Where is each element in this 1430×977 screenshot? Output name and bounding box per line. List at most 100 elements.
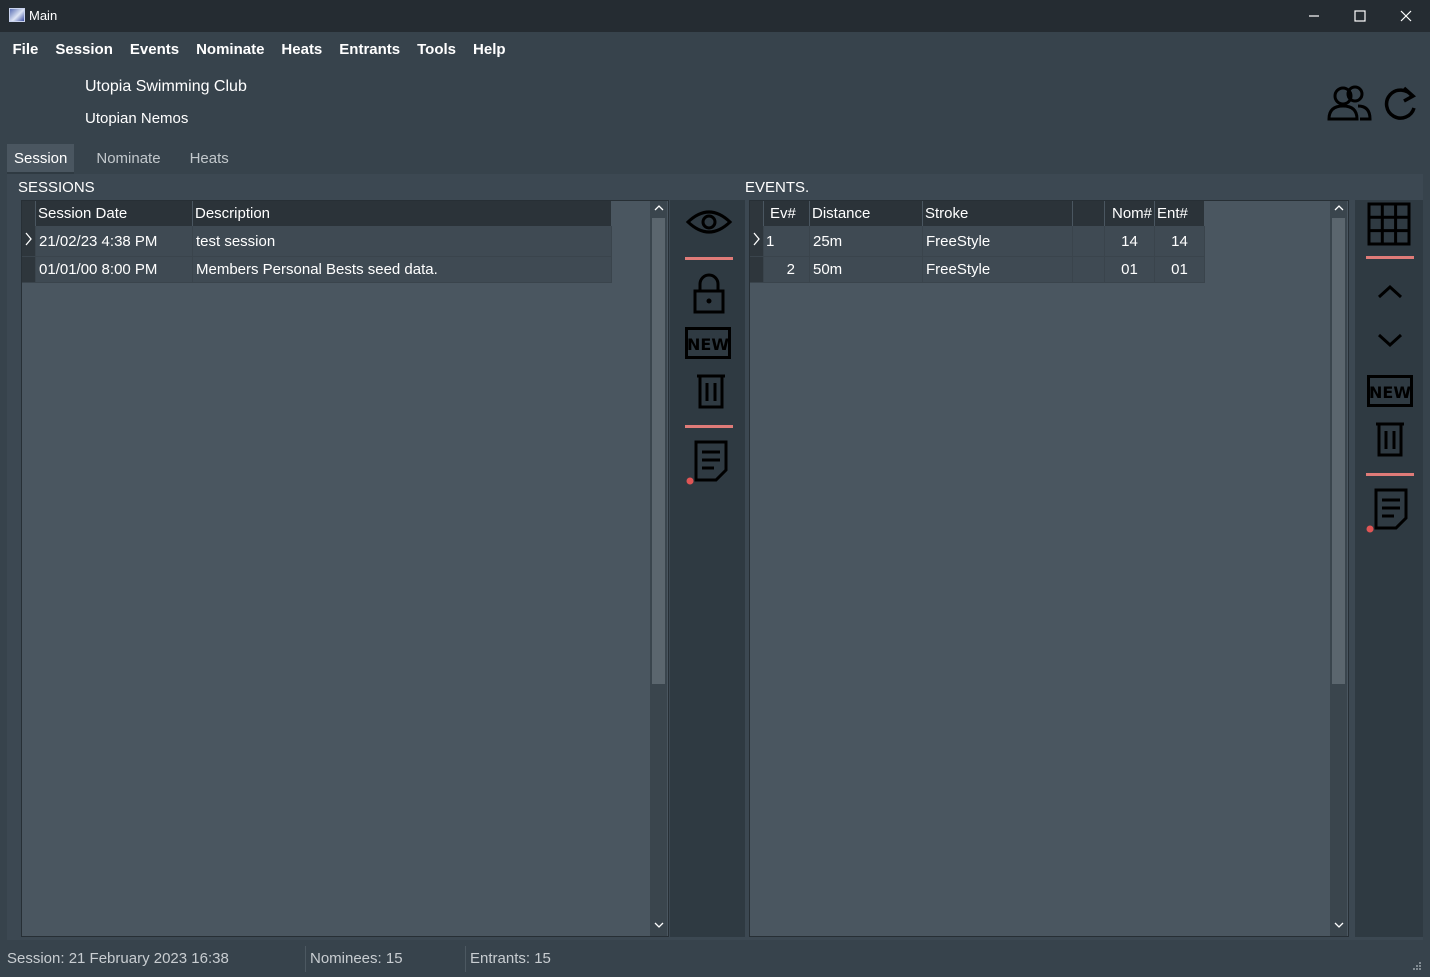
event-entrants-cell[interactable]: 01 [1154, 256, 1205, 283]
session-tab-panel: SESSIONS Session Date Description 21/02/… [7, 174, 1423, 940]
menu-session[interactable]: Session [47, 41, 122, 58]
scrollbar-thumb[interactable] [652, 218, 665, 684]
menu-events[interactable]: Events [121, 41, 187, 58]
column-stroke[interactable]: Stroke [922, 201, 1073, 226]
minimize-button[interactable] [1291, 0, 1337, 32]
column-nominations[interactable]: Nom# [1104, 201, 1155, 226]
scroll-down-arrow-icon[interactable] [650, 920, 667, 934]
maximize-icon [1354, 10, 1366, 22]
event-stroke-cell[interactable]: FreeStyle [922, 256, 1073, 283]
table-row[interactable]: 2 50m FreeStyle 01 01 [750, 256, 1205, 283]
trash-icon[interactable] [1375, 420, 1405, 458]
report-icon[interactable] [1366, 488, 1414, 534]
sessions-scrollbar[interactable] [650, 201, 667, 936]
session-date-cell[interactable]: 01/01/00 8:00 PM [35, 256, 193, 283]
events-toolbar: NEW [1355, 200, 1423, 937]
events-label: EVENTS. [745, 179, 810, 196]
table-row[interactable]: 21/02/23 4:38 PM test session [22, 226, 612, 257]
chevron-up-icon[interactable] [1377, 284, 1403, 300]
sessions-grid: Session Date Description 21/02/23 4:38 P… [21, 200, 669, 937]
column-distance[interactable]: Distance [809, 201, 923, 226]
table-header: Session Date Description [22, 201, 612, 226]
app-icon [9, 8, 25, 22]
sessions-toolbar: NEW [670, 200, 745, 937]
toolbar-separator [685, 257, 733, 260]
close-icon [1400, 10, 1412, 22]
status-bar: Session: 21 February 2023 16:38 Nominees… [0, 940, 1430, 977]
menu-tools[interactable]: Tools [409, 41, 465, 58]
close-button[interactable] [1383, 0, 1429, 32]
chevron-right-icon [753, 232, 760, 246]
column-event-number[interactable]: Ev# [763, 201, 810, 226]
tab-strip: Session Nominate Heats [7, 144, 251, 174]
menu-file[interactable]: File [4, 41, 47, 58]
eye-icon[interactable] [685, 206, 733, 238]
menu-bar: File Session Events Nominate Heats Entra… [0, 32, 1430, 66]
event-blank-cell[interactable] [1072, 226, 1105, 257]
column-session-date[interactable]: Session Date [35, 201, 193, 226]
members-icon[interactable] [1326, 84, 1374, 124]
scroll-up-arrow-icon[interactable] [650, 203, 667, 217]
status-divider [465, 946, 466, 972]
scrollbar-thumb[interactable] [1332, 218, 1345, 684]
lock-icon[interactable] [692, 273, 726, 315]
resize-grip-icon[interactable] [1412, 961, 1422, 971]
toolbar-separator [1366, 256, 1414, 259]
row-header [750, 256, 764, 283]
event-nominations-cell[interactable]: 14 [1104, 226, 1155, 257]
column-blank[interactable] [1072, 201, 1105, 226]
new-icon[interactable]: NEW [685, 327, 731, 359]
chevron-down-icon[interactable] [1377, 332, 1403, 348]
table-row[interactable]: 1 25m FreeStyle 14 14 [750, 226, 1205, 257]
event-distance-cell[interactable]: 25m [809, 226, 923, 257]
top-toolbar [1326, 84, 1420, 124]
row-header-corner [750, 201, 764, 226]
column-entrants[interactable]: Ent# [1154, 201, 1205, 226]
table-row[interactable]: 01/01/00 8:00 PM Members Personal Bests … [22, 256, 612, 283]
event-blank-cell[interactable] [1072, 256, 1105, 283]
session-date-cell[interactable]: 21/02/23 4:38 PM [35, 226, 193, 257]
table-header: Ev# Distance Stroke Nom# Ent# [750, 201, 1205, 226]
scroll-up-arrow-icon[interactable] [1330, 203, 1347, 217]
session-description-cell[interactable]: Members Personal Bests seed data. [192, 256, 612, 283]
status-session: Session: 21 February 2023 16:38 [7, 950, 229, 967]
tab-nominate[interactable]: Nominate [89, 144, 167, 174]
grid-icon[interactable] [1367, 202, 1411, 246]
status-nominees: Nominees: 15 [310, 950, 403, 967]
menu-heats[interactable]: Heats [273, 41, 331, 58]
events-scrollbar[interactable] [1330, 201, 1347, 936]
window-title: Main [29, 8, 58, 23]
event-number-cell[interactable]: 2 [763, 256, 810, 283]
event-entrants-cell[interactable]: 14 [1154, 226, 1205, 257]
current-row-indicator [22, 226, 36, 257]
new-icon-label: NEW [1369, 383, 1411, 402]
sessions-table: Session Date Description 21/02/23 4:38 P… [22, 201, 612, 283]
new-icon-label: NEW [687, 335, 729, 354]
session-description-cell[interactable]: test session [192, 226, 612, 257]
trash-icon[interactable] [696, 372, 726, 410]
menu-nominate[interactable]: Nominate [188, 41, 273, 58]
maximize-button[interactable] [1337, 0, 1383, 32]
row-header-corner [22, 201, 36, 226]
events-grid: Ev# Distance Stroke Nom# Ent# 1 25m Free… [749, 200, 1349, 937]
minimize-icon [1309, 15, 1319, 17]
tab-heats[interactable]: Heats [183, 144, 236, 174]
scroll-down-arrow-icon[interactable] [1330, 920, 1347, 934]
toolbar-separator [1366, 473, 1414, 476]
event-nominations-cell[interactable]: 01 [1104, 256, 1155, 283]
menu-entrants[interactable]: Entrants [331, 41, 409, 58]
report-icon[interactable] [686, 440, 734, 486]
menu-help[interactable]: Help [465, 41, 515, 58]
toolbar-separator [685, 425, 733, 428]
event-number-cell[interactable]: 1 [763, 226, 810, 257]
tab-session[interactable]: Session [7, 144, 75, 174]
new-icon[interactable]: NEW [1367, 375, 1413, 407]
team-name: Utopian Nemos [85, 110, 189, 127]
refresh-icon[interactable] [1380, 84, 1420, 124]
row-header [22, 256, 36, 283]
event-distance-cell[interactable]: 50m [809, 256, 923, 283]
status-entrants: Entrants: 15 [470, 950, 551, 967]
column-description[interactable]: Description [192, 201, 612, 226]
event-stroke-cell[interactable]: FreeStyle [922, 226, 1073, 257]
events-table: Ev# Distance Stroke Nom# Ent# 1 25m Free… [750, 201, 1205, 283]
